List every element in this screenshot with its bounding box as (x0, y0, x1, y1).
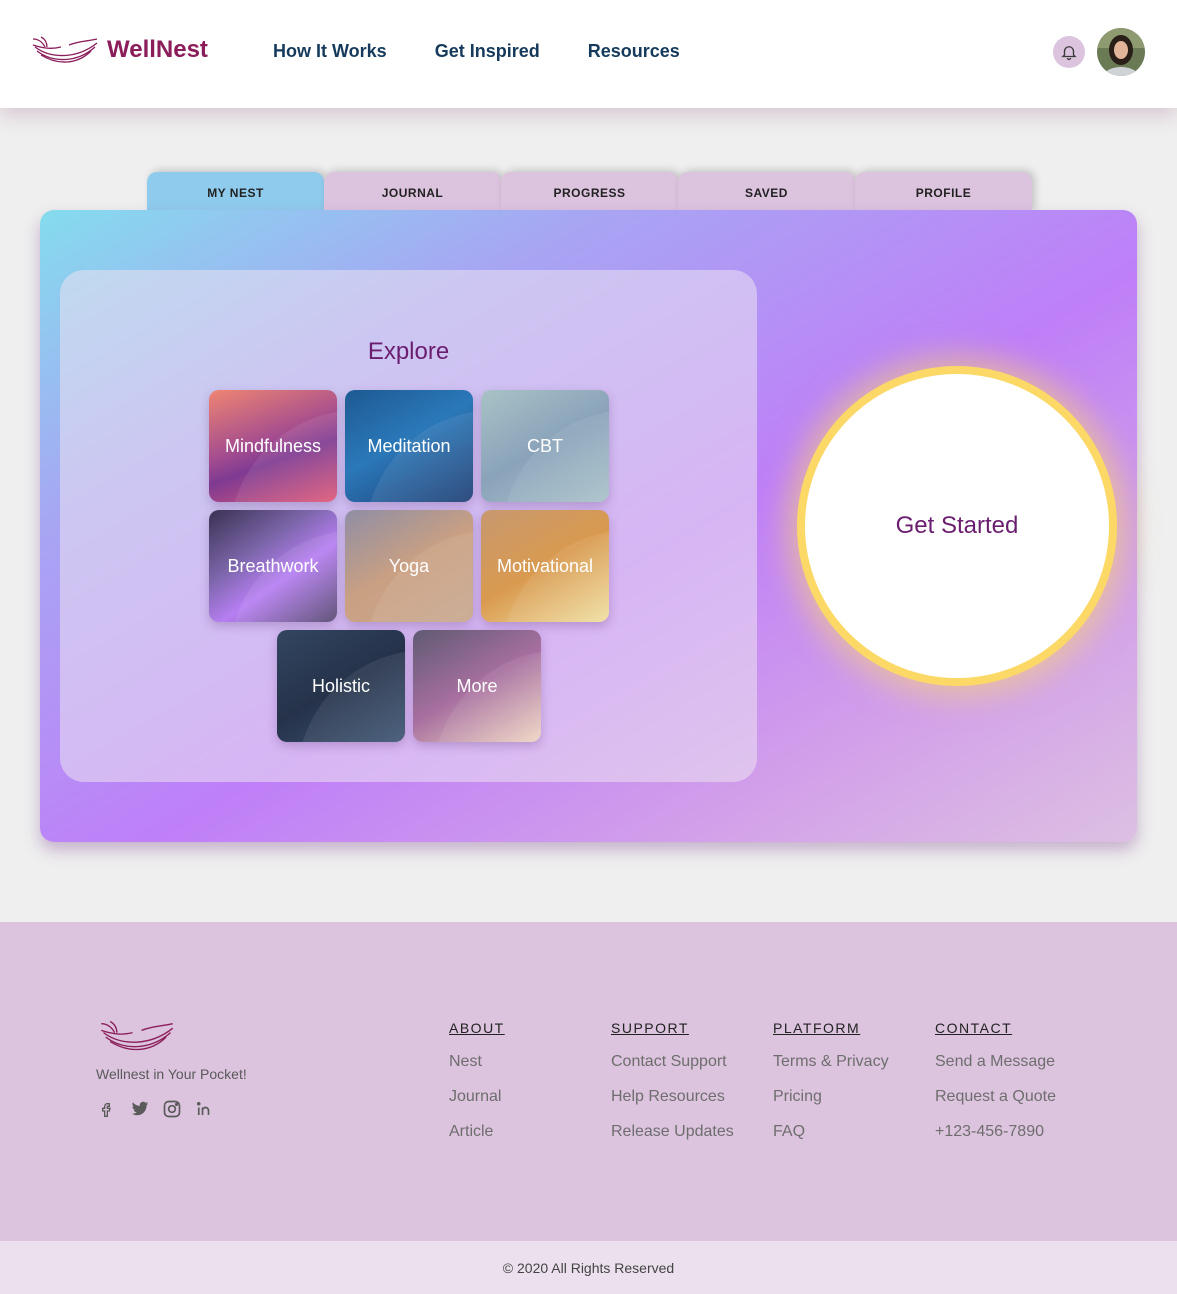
footer-link-terms-privacy[interactable]: Terms & Privacy (773, 1053, 889, 1071)
nav-resources[interactable]: Resources (588, 41, 680, 62)
user-avatar[interactable] (1097, 28, 1145, 76)
tab-progress[interactable]: PROGRESS (501, 172, 678, 212)
tile-meditation[interactable]: Meditation (345, 390, 473, 502)
copyright-text: © 2020 All Rights Reserved (502, 1259, 675, 1276)
tile-motivational[interactable]: Motivational (481, 510, 609, 622)
footer-link-nest[interactable]: Nest (449, 1053, 505, 1071)
footer-heading-about: ABOUT (449, 1020, 505, 1036)
facebook-icon[interactable] (98, 1099, 130, 1119)
footer-col-about: ABOUT Nest Journal Article (449, 1020, 505, 1158)
footer-heading-platform: PLATFORM (773, 1020, 861, 1036)
tab-my-nest[interactable]: MY NEST (147, 172, 324, 212)
footer-col-support: SUPPORT Contact Support Help Resources R… (611, 1020, 734, 1158)
footer-link-faq[interactable]: FAQ (773, 1123, 889, 1141)
footer-link-send-message[interactable]: Send a Message (935, 1053, 1056, 1071)
explore-title: Explore (367, 338, 450, 365)
footer-logo-link[interactable] (96, 1017, 178, 1060)
tab-bar: MY NEST JOURNAL PROGRESS SAVED PROFILE (147, 172, 1032, 212)
tab-saved[interactable]: SAVED (678, 172, 855, 212)
brand-name: WellNest (107, 36, 208, 63)
notifications-button[interactable] (1053, 36, 1085, 68)
nest-logo-icon (32, 36, 98, 63)
top-header: WellNest How It Works Get Inspired Resou… (0, 0, 1177, 108)
footer-col-contact: CONTACT Send a Message Request a Quote +… (935, 1020, 1056, 1158)
footer-link-article[interactable]: Article (449, 1123, 505, 1141)
instagram-icon[interactable] (162, 1099, 194, 1119)
nest-logo-icon (101, 1020, 174, 1051)
site-footer: Wellnest in Your Pocket! ABOUT Nest Jour… (0, 922, 1177, 1241)
tab-profile[interactable]: PROFILE (855, 172, 1032, 212)
tile-mindfulness[interactable]: Mindfulness (209, 390, 337, 502)
footer-link-release-updates[interactable]: Release Updates (611, 1123, 734, 1141)
get-started-button[interactable]: Get Started (797, 366, 1117, 686)
tile-holistic[interactable]: Holistic (277, 630, 405, 742)
nest-panel: Explore Mindfulness Meditation CBT Breat… (40, 210, 1137, 842)
footer-link-phone[interactable]: +123-456-7890 (935, 1123, 1056, 1141)
footer-link-request-quote[interactable]: Request a Quote (935, 1088, 1056, 1106)
footer-link-pricing[interactable]: Pricing (773, 1088, 889, 1106)
main-nav: How It Works Get Inspired Resources (273, 41, 728, 62)
copyright-bar: © 2020 All Rights Reserved (0, 1241, 1177, 1294)
bell-icon (1061, 46, 1077, 61)
tile-more[interactable]: More (413, 630, 541, 742)
twitter-icon[interactable] (130, 1099, 162, 1119)
tile-cbt[interactable]: CBT (481, 390, 609, 502)
linkedin-icon[interactable] (194, 1099, 226, 1119)
brand-logo-link[interactable]: WellNest (31, 33, 208, 67)
footer-col-platform: PLATFORM Terms & Privacy Pricing FAQ (773, 1020, 889, 1158)
footer-heading-contact: CONTACT (935, 1020, 1013, 1036)
footer-link-journal[interactable]: Journal (449, 1088, 505, 1106)
footer-tagline: Wellnest in Your Pocket! (96, 1066, 247, 1082)
nav-how-it-works[interactable]: How It Works (273, 41, 387, 62)
social-links (98, 1099, 226, 1119)
explore-card: Explore Mindfulness Meditation CBT Breat… (60, 270, 757, 782)
footer-link-help-resources[interactable]: Help Resources (611, 1088, 734, 1106)
footer-heading-support: SUPPORT (611, 1020, 689, 1036)
tile-breathwork[interactable]: Breathwork (209, 510, 337, 622)
footer-link-contact-support[interactable]: Contact Support (611, 1053, 734, 1071)
tile-yoga[interactable]: Yoga (345, 510, 473, 622)
tab-journal[interactable]: JOURNAL (324, 172, 501, 212)
nav-get-inspired[interactable]: Get Inspired (435, 41, 540, 62)
